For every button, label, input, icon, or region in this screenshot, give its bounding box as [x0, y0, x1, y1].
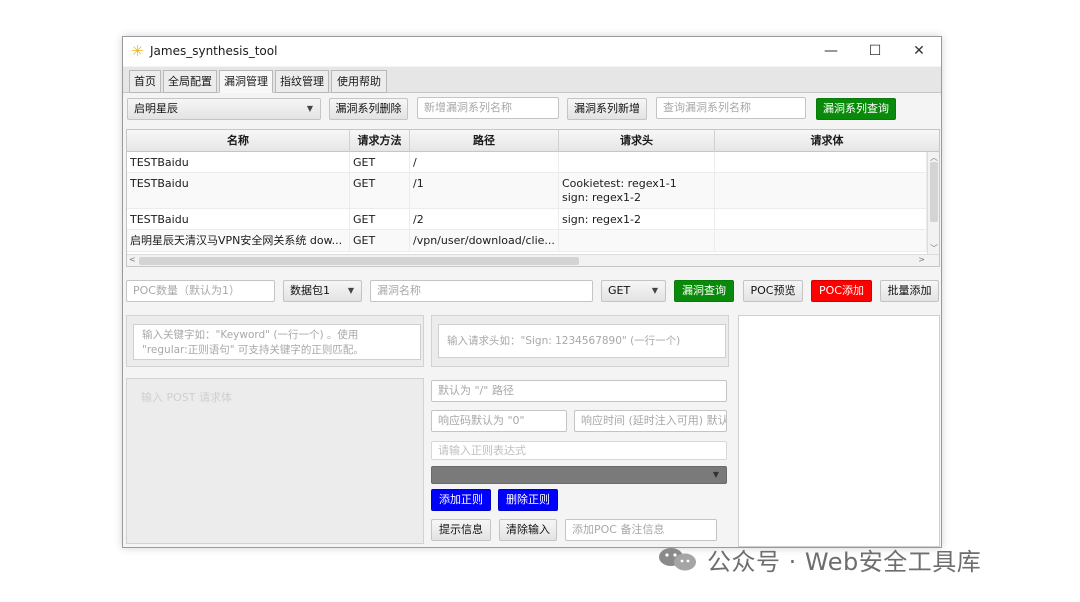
cell-body: [715, 152, 927, 172]
keyword-placeholder-line: "regular:正则语句" 可支持关键字的正则匹配。: [142, 344, 364, 356]
column-header-body[interactable]: 请求体: [715, 130, 939, 152]
watermark-text: 公众号 · Web安全工具库: [707, 548, 982, 576]
cell-name: 启明星辰天清汉马VPN安全网关系统 dow...: [127, 230, 350, 251]
keyword-panel: 输入关键字如："Keyword" (一行一个) 。使用 "regular:正则语…: [126, 315, 424, 367]
clear-input-button[interactable]: 清除输入: [499, 519, 557, 541]
tab-home[interactable]: 首页: [129, 70, 161, 93]
delete-series-button[interactable]: 漏洞系列删除: [329, 98, 408, 120]
cell-name: TESTBaidu: [127, 152, 350, 172]
delete-regex-button[interactable]: 删除正则: [498, 489, 558, 511]
series-select[interactable]: 启明星辰 ▼: [127, 98, 321, 120]
poc-table: 名称 请求方法 路径 请求头 请求体 TESTBaidu GET / TESTB…: [126, 129, 940, 267]
tab-help[interactable]: 使用帮助: [331, 70, 387, 93]
search-series-input[interactable]: 查询漏洞系列名称: [656, 97, 806, 119]
tab-bar: 首页 全局配置 漏洞管理 指纹管理 使用帮助: [123, 67, 941, 93]
cell-headers: sign: regex1-2: [559, 209, 715, 229]
cell-body: [715, 209, 927, 229]
regex-select[interactable]: ▼: [431, 466, 727, 484]
chevron-down-icon: ▼: [347, 286, 354, 295]
packet-select[interactable]: 数据包1 ▼: [283, 280, 362, 302]
watermark: 公众号 · Web安全工具库: [657, 542, 981, 577]
poc-count-input[interactable]: POC数量（默认为1）: [126, 280, 275, 302]
method-select-value: GET: [608, 284, 631, 297]
vuln-name-input[interactable]: 漏洞名称: [370, 280, 593, 302]
table-row[interactable]: TESTBaidu GET /2 sign: regex1-2: [127, 209, 927, 230]
table-horizontal-scrollbar[interactable]: < >: [127, 254, 939, 266]
cell-headers: [559, 152, 715, 172]
cell-body: [715, 230, 927, 251]
regex-input[interactable]: 请输入正则表达式: [431, 441, 727, 460]
cell-method: GET: [350, 173, 410, 208]
minimize-icon[interactable]: —: [809, 37, 853, 66]
query-series-button[interactable]: 漏洞系列查询: [816, 98, 896, 120]
column-header-method[interactable]: 请求方法: [350, 130, 410, 152]
batch-add-button[interactable]: 批量添加: [880, 280, 939, 302]
table-row[interactable]: TESTBaidu GET /1 Cookietest: regex1-1 si…: [127, 173, 927, 209]
scroll-right-icon[interactable]: >: [918, 255, 925, 264]
packet-select-value: 数据包1: [290, 284, 330, 297]
app-window: ✳ James_synthesis_tool — ☐ ✕ 首页 全局配置 漏洞管…: [122, 36, 942, 548]
tab-global-config[interactable]: 全局配置: [163, 70, 217, 93]
cell-method: GET: [350, 152, 410, 172]
close-icon[interactable]: ✕: [897, 37, 941, 66]
chevron-down-icon: ▼: [306, 104, 313, 113]
poc-output-panel[interactable]: [738, 315, 940, 547]
poc-preview-button[interactable]: POC预览: [743, 280, 803, 302]
cell-name: TESTBaidu: [127, 209, 350, 229]
cell-path: /1: [410, 173, 559, 208]
app-logo-icon: ✳: [131, 42, 144, 60]
table-row[interactable]: TESTBaidu GET /: [127, 152, 927, 173]
poc-add-button[interactable]: POC添加: [811, 280, 872, 302]
table-row[interactable]: 启明星辰天清汉马VPN安全网关系统 dow... GET /vpn/user/d…: [127, 230, 927, 252]
table-vertical-scrollbar[interactable]: ︿ ﹀: [927, 152, 939, 254]
cell-path: /vpn/user/download/clie...: [410, 230, 559, 251]
post-body-textarea[interactable]: 输入 POST 请求体: [127, 379, 423, 543]
post-body-panel: 输入 POST 请求体: [126, 378, 424, 544]
cell-headers: Cookietest: regex1-1 sign: regex1-2: [559, 173, 715, 208]
hint-button[interactable]: 提示信息: [431, 519, 491, 541]
status-code-input[interactable]: 响应码默认为 "0": [431, 410, 567, 432]
cell-name: TESTBaidu: [127, 173, 350, 208]
vertical-scroll-thumb[interactable]: [930, 162, 938, 222]
add-regex-button[interactable]: 添加正则: [431, 489, 491, 511]
series-select-value: 启明星辰: [134, 102, 178, 115]
header-textarea[interactable]: 输入请求头如："Sign: 1234567890" (一行一个): [438, 324, 726, 358]
keyword-placeholder-line: 输入关键字如："Keyword" (一行一个) 。使用: [142, 329, 359, 341]
remark-input[interactable]: 添加POC 备注信息: [565, 519, 717, 541]
scroll-left-icon[interactable]: <: [129, 255, 136, 264]
column-header-name[interactable]: 名称: [127, 130, 350, 152]
horizontal-scroll-thumb[interactable]: [139, 257, 579, 265]
title-bar: ✳ James_synthesis_tool — ☐ ✕: [123, 37, 941, 66]
tab-fingerprint-management[interactable]: 指纹管理: [275, 70, 329, 93]
wechat-icon: [659, 548, 696, 571]
cell-header-line: sign: regex1-2: [562, 191, 642, 204]
table-header: 名称 请求方法 路径 请求头 请求体: [127, 130, 939, 152]
cell-path: /2: [410, 209, 559, 229]
chevron-down-icon: ▼: [651, 286, 658, 295]
cell-method: GET: [350, 209, 410, 229]
keyword-textarea[interactable]: 输入关键字如："Keyword" (一行一个) 。使用 "regular:正则语…: [133, 324, 421, 360]
new-series-input[interactable]: 新增漏洞系列名称: [417, 97, 559, 119]
method-select[interactable]: GET ▼: [601, 280, 666, 302]
column-header-headers[interactable]: 请求头: [559, 130, 715, 152]
cell-header-line: Cookietest: regex1-1: [562, 177, 677, 190]
header-panel: 输入请求头如："Sign: 1234567890" (一行一个): [431, 315, 729, 367]
cell-path: /: [410, 152, 559, 172]
column-header-path[interactable]: 路径: [410, 130, 559, 152]
chevron-down-icon: ▼: [712, 470, 719, 479]
tab-vuln-management[interactable]: 漏洞管理: [219, 70, 273, 93]
cell-body: [715, 173, 927, 208]
add-series-button[interactable]: 漏洞系列新增: [567, 98, 647, 120]
scroll-down-icon[interactable]: ﹀: [930, 243, 938, 254]
maximize-icon[interactable]: ☐: [853, 37, 897, 66]
response-time-input[interactable]: 响应时间 (延时注入可用) 默认: [574, 410, 727, 432]
cell-headers: [559, 230, 715, 251]
query-vuln-button[interactable]: 漏洞查询: [674, 280, 734, 302]
window-title: James_synthesis_tool: [150, 44, 278, 58]
cell-method: GET: [350, 230, 410, 251]
path-input[interactable]: 默认为 "/" 路径: [431, 380, 727, 402]
